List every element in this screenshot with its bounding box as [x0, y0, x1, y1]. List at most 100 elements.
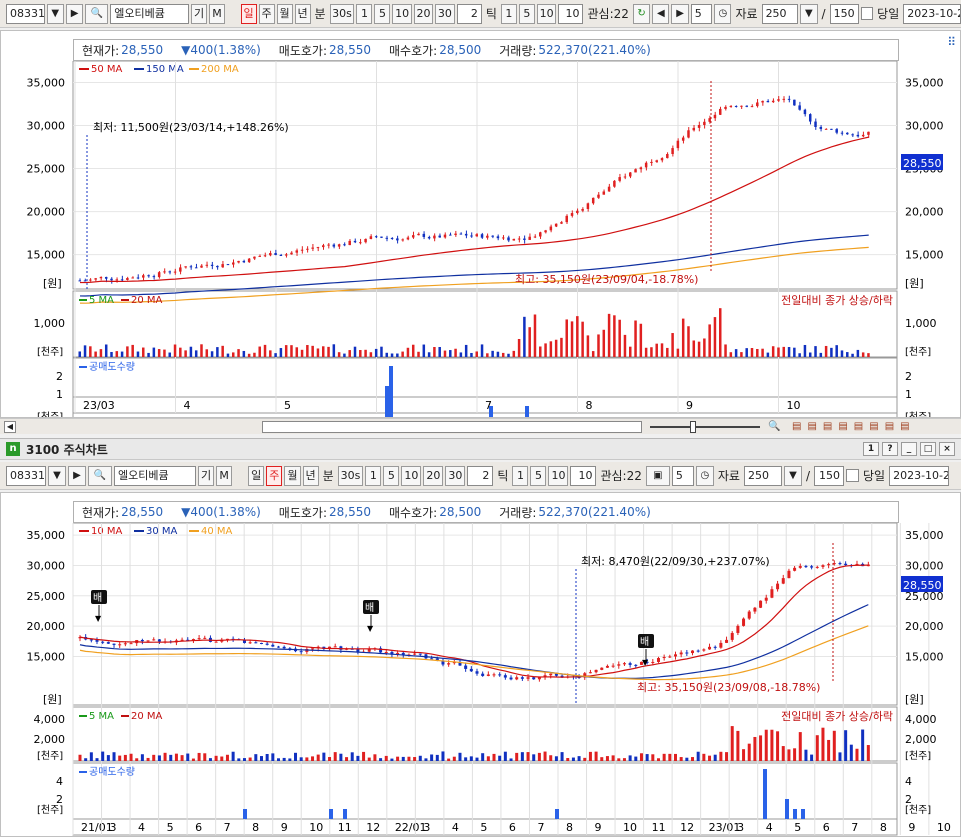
period-year-button-2[interactable]: 년: [302, 465, 319, 486]
volume-bar: [379, 758, 383, 761]
period-5-button-2[interactable]: 5: [383, 465, 400, 486]
volume-bar: [328, 757, 332, 761]
candle-body: [764, 597, 768, 601]
tick-1-button[interactable]: 1: [500, 3, 517, 24]
interest-count-input-2[interactable]: 5: [671, 465, 694, 486]
data-count-select-2[interactable]: 250: [743, 465, 782, 486]
refresh-icon[interactable]: ↻: [632, 3, 651, 24]
candle-body: [327, 244, 330, 246]
today-checkbox[interactable]: [860, 7, 874, 20]
period-day-button[interactable]: 일: [240, 3, 257, 24]
period-10-button[interactable]: 10: [392, 3, 412, 24]
gi-button[interactable]: 기: [191, 3, 208, 24]
period-30-button-2[interactable]: 30: [445, 465, 466, 486]
period-5-button[interactable]: 5: [374, 3, 391, 24]
data-count-select[interactable]: 250: [761, 3, 799, 24]
volume-bar: [764, 729, 768, 761]
interest-count-input[interactable]: 5: [690, 3, 713, 24]
zoom-icon[interactable]: 🔍: [768, 421, 780, 432]
vol-tick-label-right: 1,000: [905, 317, 937, 330]
volume-bar: [629, 346, 632, 357]
period-month-button[interactable]: 월: [276, 3, 293, 24]
volume-bar: [433, 347, 436, 357]
volume-bar: [708, 755, 712, 761]
vol-tick-label: 4,000: [34, 713, 66, 726]
next-arrow-icon[interactable]: ▶: [65, 3, 84, 24]
zoom-slider[interactable]: [650, 426, 760, 428]
code-dropdown-icon-2[interactable]: ▼: [48, 465, 66, 486]
period-20-button[interactable]: 20: [413, 3, 434, 24]
tick-1-button-2[interactable]: 1: [512, 465, 529, 486]
m-button[interactable]: M: [209, 3, 226, 24]
clock-icon[interactable]: ◷: [714, 3, 732, 24]
window-help-button[interactable]: ?: [882, 442, 898, 456]
today-checkbox-2[interactable]: [846, 469, 859, 482]
count2-input-2[interactable]: 150: [814, 465, 844, 486]
period-year-button[interactable]: 년: [294, 3, 311, 24]
search-icon-2[interactable]: 🔍: [88, 465, 112, 486]
count2-input[interactable]: 150: [829, 3, 859, 24]
candle-body: [146, 640, 150, 642]
scroll-left-icon[interactable]: ◀: [4, 420, 16, 433]
period-day-button-2[interactable]: 일: [248, 465, 265, 486]
tick-count-input[interactable]: 10: [558, 3, 584, 24]
volume-bar: [523, 316, 526, 357]
stock-code-input[interactable]: 083310: [6, 3, 45, 24]
tick-count-input-2[interactable]: 10: [570, 465, 597, 486]
candle-body: [454, 233, 457, 235]
period-month-button-2[interactable]: 월: [284, 465, 301, 486]
volume-bar: [274, 353, 277, 357]
volume-bar: [808, 352, 812, 357]
scroll-track[interactable]: [262, 420, 642, 433]
candle-body: [617, 664, 621, 666]
period-week-button[interactable]: 주: [258, 3, 275, 24]
panel-settings-icon[interactable]: ⠿: [947, 35, 956, 49]
chart-scrollbar[interactable]: ◀ 🔍 ▤▤▤▤▤▤▤▤: [0, 418, 961, 434]
date-input-2[interactable]: 2023-10-2: [889, 465, 950, 486]
tick-10-button-2[interactable]: 10: [548, 465, 569, 486]
search-icon[interactable]: 🔍: [85, 3, 109, 24]
save-icon[interactable]: ▣: [645, 465, 670, 486]
data-count-dropdown-icon[interactable]: ▼: [800, 3, 818, 24]
period-30s-button[interactable]: 30s: [329, 3, 355, 24]
period-20-button-2[interactable]: 20: [423, 465, 444, 486]
next-icon[interactable]: ▶: [671, 3, 689, 24]
tick-10-button[interactable]: 10: [536, 3, 557, 24]
date-input[interactable]: 2023-10-2: [903, 3, 961, 24]
volume-bar: [770, 729, 774, 761]
candle-body: [622, 663, 626, 665]
chart-tools-icon[interactable]: ▤▤▤▤▤▤▤▤: [792, 421, 916, 432]
window-minimize-button[interactable]: _: [901, 442, 917, 456]
candle-body: [628, 663, 632, 665]
volume-bar: [656, 758, 660, 761]
period-1-button-2[interactable]: 1: [365, 465, 382, 486]
period-1-button[interactable]: 1: [356, 3, 373, 24]
next-arrow-icon-2[interactable]: ▶: [68, 465, 86, 486]
tick-5-button-2[interactable]: 5: [530, 465, 547, 486]
tick-input-2[interactable]: 2: [467, 465, 494, 486]
tick-5-button[interactable]: 5: [518, 3, 535, 24]
data-count-dropdown-icon-2[interactable]: ▼: [783, 465, 802, 486]
code-dropdown-icon[interactable]: ▼: [46, 3, 64, 24]
prev-icon[interactable]: ◀: [652, 3, 670, 24]
window-close-button[interactable]: ×: [939, 442, 955, 456]
m-button-2[interactable]: M: [216, 465, 233, 486]
period-10-button-2[interactable]: 10: [401, 465, 422, 486]
volume-bar: [214, 755, 218, 761]
vol-ma20-label: 20 MA: [131, 711, 163, 722]
gi-button-2[interactable]: 기: [198, 465, 215, 486]
short-volume-bar: [763, 769, 767, 819]
candle-body: [443, 234, 447, 238]
stock-code-input-2[interactable]: 083310: [6, 465, 46, 486]
window-1-button[interactable]: 1: [863, 442, 879, 456]
volume-bar: [258, 346, 261, 357]
window-maximize-button[interactable]: □: [920, 442, 936, 456]
zoom-slider-handle[interactable]: [690, 421, 696, 433]
period-30-button[interactable]: 30: [435, 3, 455, 24]
candle-body: [433, 235, 436, 239]
period-30s-button-2[interactable]: 30s: [337, 465, 364, 486]
tick-input[interactable]: 2: [456, 3, 482, 24]
volume-bar: [458, 752, 462, 761]
clock-icon-2[interactable]: ◷: [695, 465, 714, 486]
period-week-button-2[interactable]: 주: [266, 465, 283, 486]
